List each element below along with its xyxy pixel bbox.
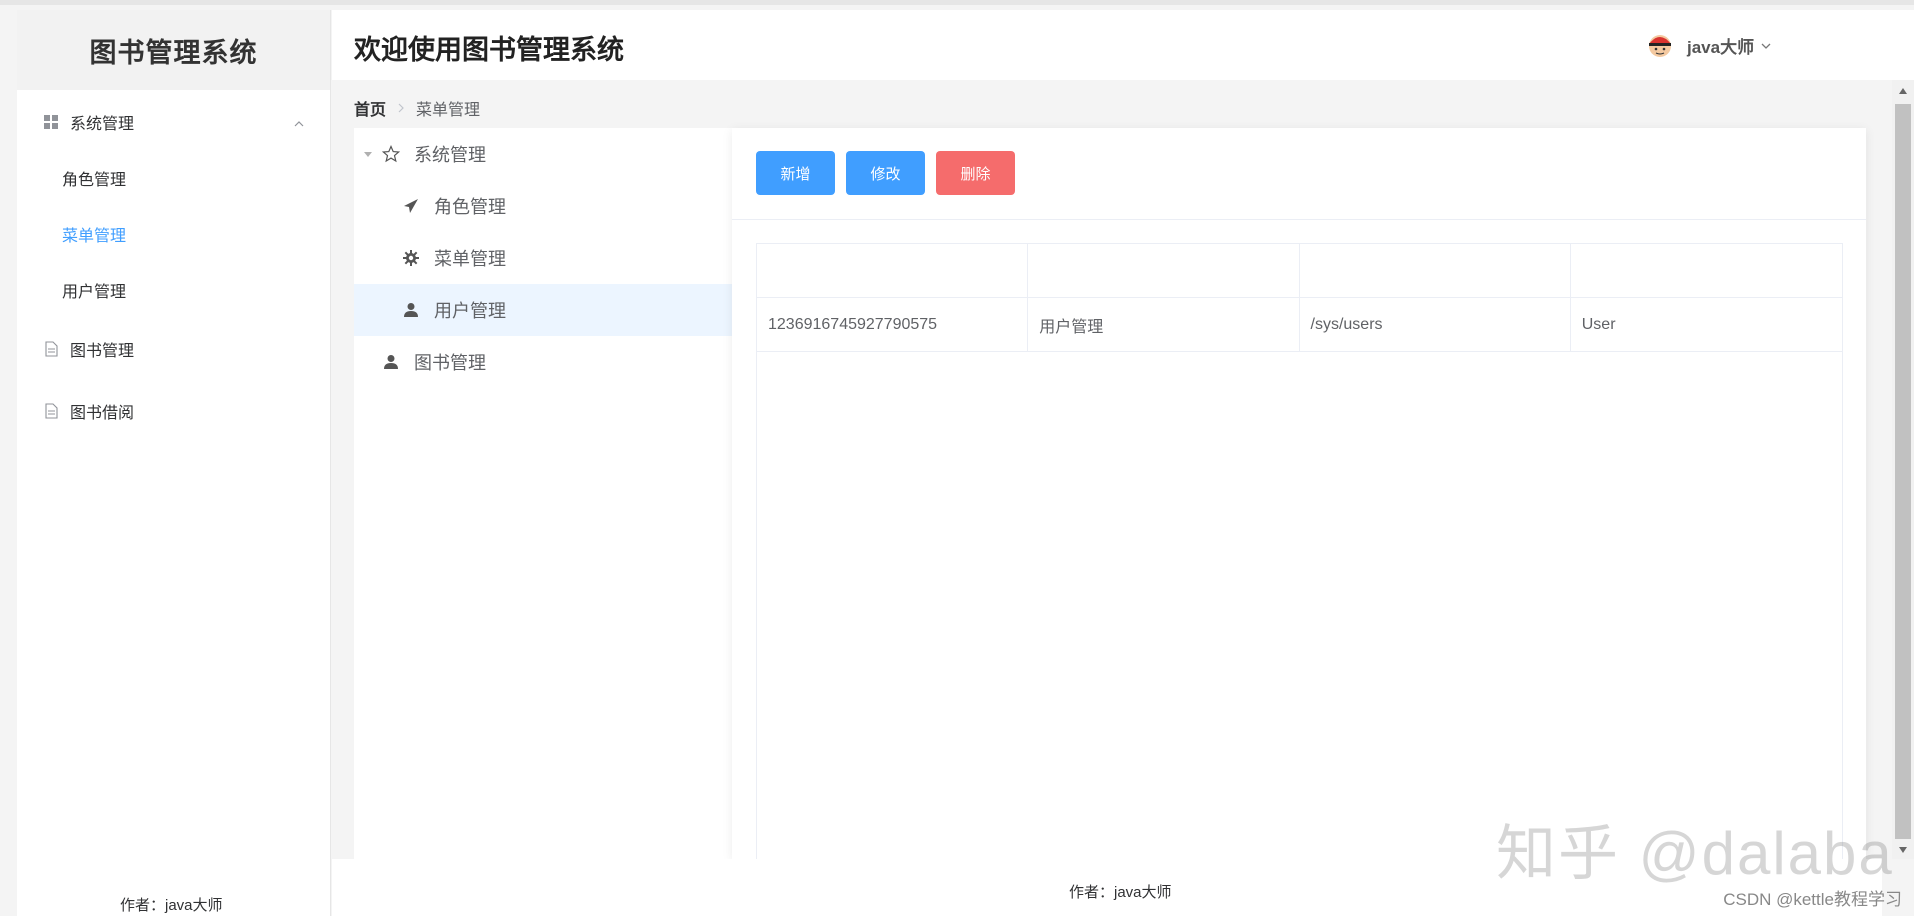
tree-node-label: 菜单管理: [434, 249, 506, 269]
toolbar: 新增 修改 删除: [732, 128, 1866, 220]
tree-node-label: 图书管理: [414, 353, 486, 373]
user-menu[interactable]: java大师: [1647, 32, 1772, 58]
sidebar-group-label: 系统管理: [70, 116, 135, 133]
chevron-down-icon: [1760, 39, 1772, 51]
sidebar-item-users[interactable]: 用户管理: [17, 262, 330, 318]
tree-node-label: 用户管理: [434, 301, 506, 321]
tree-node-label: 系统管理: [414, 145, 486, 165]
table-row[interactable]: 1236916745927790575 用户管理 /sys/users User: [757, 298, 1842, 352]
page-title: 欢迎使用图书管理系统: [354, 35, 624, 65]
chevron-up-icon[interactable]: [294, 116, 304, 127]
avatar: [1647, 32, 1673, 58]
caret-down-icon[interactable]: [362, 148, 374, 160]
tree-node-roles[interactable]: 角色管理: [354, 180, 732, 232]
table-cell-name: 用户管理: [1028, 298, 1300, 351]
table-header-row: [757, 244, 1842, 298]
scrollbar-thumb[interactable]: [1895, 104, 1911, 839]
chevron-right-icon: [396, 102, 406, 114]
tree-node-users[interactable]: 用户管理: [354, 284, 732, 336]
table-header-cell: [1300, 244, 1571, 297]
logo-title: 图书管理系统: [89, 37, 258, 68]
main-area: 首页 菜单管理 系统管理 角色管理 菜单管理 用户管理 图书管理 新增 修改 删…: [332, 80, 1882, 859]
sidebar: 图书管理系统 系统管理 角色管理 菜单管理 用户管理 图书管理 图书借阅 作者：…: [17, 10, 331, 916]
table-header-cell: [1571, 244, 1842, 297]
data-table: 1236916745927790575 用户管理 /sys/users User: [756, 243, 1843, 352]
user-name: java大师: [1687, 37, 1755, 57]
document-icon: [43, 403, 59, 419]
table-cell-id: 1236916745927790575: [757, 298, 1029, 351]
zhihu-watermark: 知乎 @dalaba: [1496, 820, 1894, 887]
content-card: 新增 修改 删除 1236916745927790575 用户管理 /sys/u…: [732, 128, 1866, 859]
sidebar-item-borrow[interactable]: 图书借阅: [17, 380, 330, 442]
gear-icon: [402, 249, 420, 267]
logo-area: 图书管理系统: [17, 10, 330, 90]
sidebar-item-books[interactable]: 图书管理: [17, 318, 330, 380]
scroll-down-icon[interactable]: [1897, 843, 1909, 855]
sidebar-item-label: 图书借阅: [70, 405, 135, 422]
star-icon: [382, 145, 400, 163]
breadcrumb-current: 菜单管理: [416, 102, 481, 119]
sidebar-author: 作者：java大师: [120, 897, 223, 914]
user-icon: [382, 353, 400, 371]
tree-node-menus[interactable]: 菜单管理: [354, 232, 732, 284]
vertical-scrollbar[interactable]: [1892, 80, 1914, 859]
table-cell-path: /sys/users: [1300, 298, 1571, 351]
delete-button[interactable]: 删除: [936, 151, 1015, 195]
breadcrumb: 首页 菜单管理: [354, 96, 480, 120]
table-cell-component: User: [1581, 315, 1616, 333]
grid-icon: [43, 114, 59, 130]
tree-node-books[interactable]: 图书管理: [354, 336, 732, 388]
scroll-up-icon[interactable]: [1897, 84, 1909, 96]
sidebar-item-menus[interactable]: 菜单管理: [17, 206, 330, 262]
table-header-cell: [1028, 244, 1300, 297]
document-icon: [43, 341, 59, 357]
sidebar-group-system[interactable]: 系统管理: [17, 94, 330, 150]
edit-button[interactable]: 修改: [846, 151, 925, 195]
csdn-watermark: CSDN @kettle教程学习: [1723, 890, 1902, 909]
sidebar-menu: 系统管理 角色管理 菜单管理 用户管理 图书管理 图书借阅: [17, 90, 330, 442]
table-header-cell: [757, 244, 1029, 297]
user-icon: [402, 301, 420, 319]
send-icon: [402, 197, 420, 215]
tree-node-system[interactable]: 系统管理: [354, 128, 732, 180]
breadcrumb-home[interactable]: 首页: [354, 96, 386, 120]
sidebar-item-label: 图书管理: [70, 343, 135, 360]
table-empty-area: [756, 352, 1843, 859]
add-button[interactable]: 新增: [756, 151, 835, 195]
app-window: 图书管理系统 系统管理 角色管理 菜单管理 用户管理 图书管理 图书借阅 作者：…: [0, 0, 1914, 916]
menu-tree: 系统管理 角色管理 菜单管理 用户管理 图书管理: [354, 128, 732, 859]
footer-author: 作者：java大师: [1069, 884, 1172, 901]
sidebar-item-roles[interactable]: 角色管理: [17, 150, 330, 206]
top-header: 欢迎使用图书管理系统 java大师: [332, 10, 1914, 80]
tree-node-label: 角色管理: [434, 197, 506, 217]
